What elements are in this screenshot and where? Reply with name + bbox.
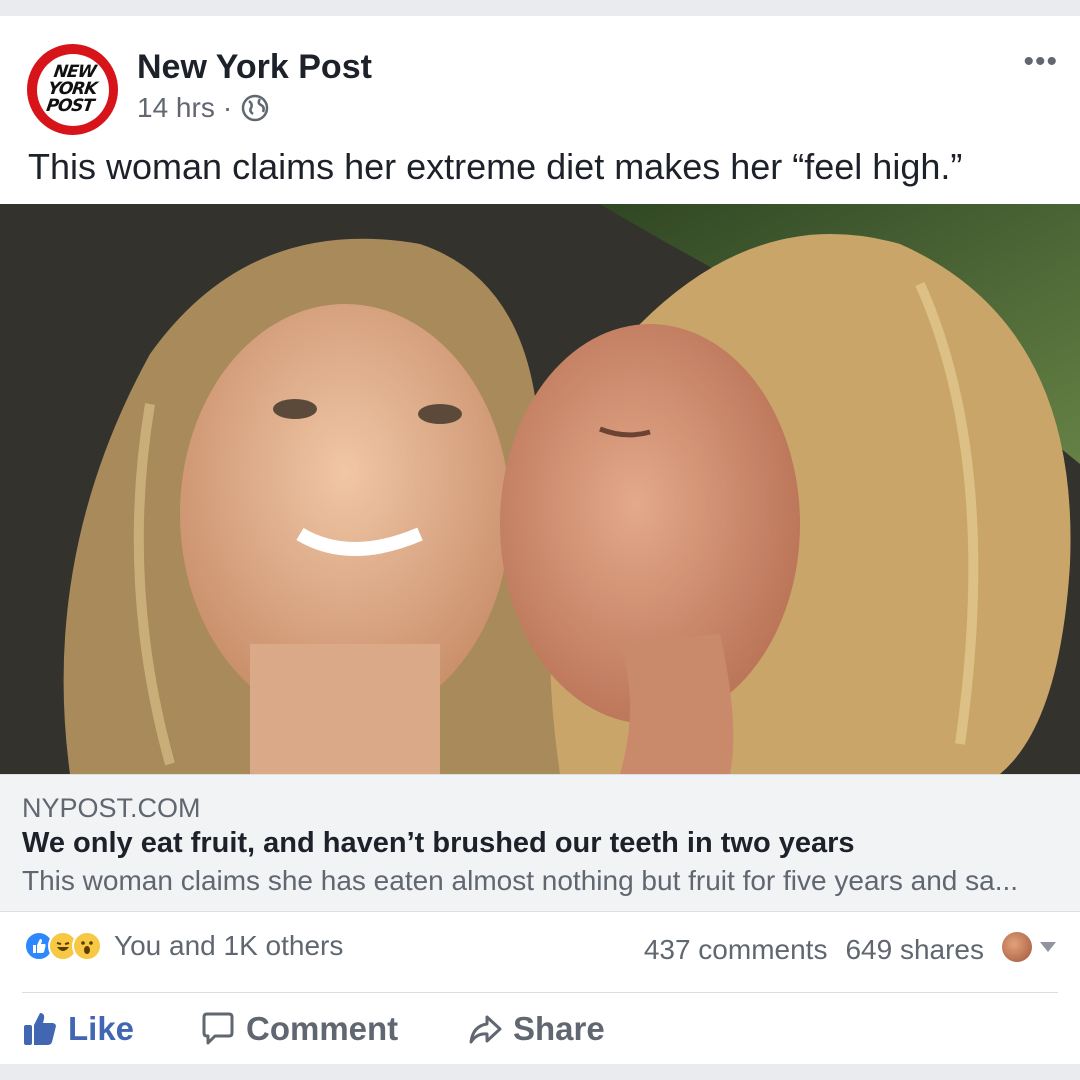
comments-count[interactable]: 437 comments <box>644 934 828 966</box>
post-meta: 14 hrs · <box>137 92 270 124</box>
comment-icon <box>202 1012 234 1045</box>
like-button[interactable]: Like <box>22 1010 134 1048</box>
page-avatar[interactable]: NEW YORK POST <box>27 44 118 135</box>
feed-post-card: NEW YORK POST New York Post 14 hrs · ••• T… <box>0 16 1080 1064</box>
chevron-down-icon[interactable] <box>1040 942 1056 952</box>
share-arrow-icon <box>469 1015 502 1044</box>
thumbs-up-icon <box>24 1013 56 1045</box>
link-domain: NYPOST.COM <box>22 793 201 823</box>
more-options-button[interactable]: ••• <box>1023 47 1058 77</box>
link-headline: We only eat fruit, and haven’t brushed o… <box>22 827 855 859</box>
reaction-icons <box>24 931 102 961</box>
nyp-logo: NEW YORK POST <box>36 53 109 126</box>
logo-text: NEW YORK POST <box>45 62 99 116</box>
more-dots-icon: ••• <box>1023 45 1058 78</box>
share-label: Share <box>513 1010 605 1047</box>
comment-label: Comment <box>246 1010 399 1047</box>
link-description: This woman claims she has eaten almost n… <box>22 865 1019 896</box>
engagement-counts: 437 comments 649 shares <box>644 934 984 966</box>
post-time[interactable]: 14 hrs <box>137 92 215 124</box>
reactions-summary[interactable]: You and 1K others <box>24 930 343 962</box>
photo-illustration <box>0 204 1080 774</box>
shares-count[interactable]: 649 shares <box>845 934 984 966</box>
viewer-avatar[interactable] <box>1002 932 1032 962</box>
meta-separator: · <box>222 92 233 123</box>
divider <box>22 992 1058 993</box>
like-label: Like <box>68 1010 135 1047</box>
page-name-link[interactable]: New York Post <box>137 48 372 87</box>
globe-icon <box>240 93 270 123</box>
reactions-text: You and 1K others <box>114 930 344 961</box>
post-caption: This woman claims her extreme diet makes… <box>28 146 963 187</box>
wow-reaction-icon <box>72 931 102 961</box>
link-preview[interactable]: NYPOST.COM We only eat fruit, and haven’… <box>0 774 1080 912</box>
post-photo[interactable] <box>0 204 1080 774</box>
share-button[interactable]: Share <box>467 1010 605 1048</box>
comment-button[interactable]: Comment <box>200 1010 398 1048</box>
post-actions: Like Comment Share <box>0 1006 1080 1064</box>
